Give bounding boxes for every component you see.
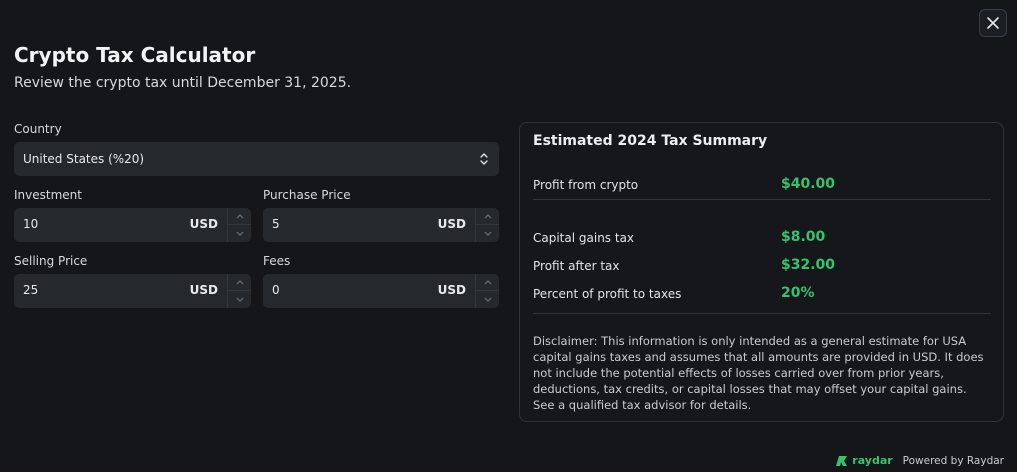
raydar-logo-icon	[836, 455, 848, 466]
raydar-brand: raydar	[852, 454, 893, 467]
chevron-up-icon	[236, 279, 243, 284]
investment-label: Investment	[14, 188, 82, 202]
country-select-value: United States (%20)	[23, 152, 145, 166]
chevron-up-icon	[484, 279, 491, 284]
close-icon	[987, 17, 999, 29]
investment-unit: USD	[189, 217, 218, 231]
selling-price-unit: USD	[189, 283, 218, 297]
tax-summary-panel: Estimated 2024 Tax Summary Profit from c…	[519, 122, 1004, 422]
fees-unit: USD	[437, 283, 466, 297]
capital-gains-tax-value: $8.00	[781, 229, 826, 245]
investment-value: 10	[23, 217, 39, 231]
chevron-down-icon	[484, 297, 491, 302]
page-title: Crypto Tax Calculator	[14, 43, 256, 67]
selling-price-value: 25	[23, 283, 39, 297]
fees-label: Fees	[263, 254, 291, 268]
investment-field[interactable]: 10 USD	[14, 208, 251, 242]
chevron-up-icon	[236, 213, 243, 218]
country-label: Country	[14, 122, 62, 136]
chevron-up-icon	[484, 213, 491, 218]
selling-price-increment-button[interactable]	[228, 274, 251, 291]
chevron-down-icon	[236, 231, 243, 236]
powered-by-text: Powered by Raydar	[902, 454, 1004, 467]
profit-after-tax-label: Profit after tax	[533, 259, 620, 273]
chevron-down-icon	[484, 231, 491, 236]
selling-price-label: Selling Price	[14, 254, 88, 268]
profit-from-crypto-value: $40.00	[781, 176, 836, 192]
profit-from-crypto-label: Profit from crypto	[533, 178, 639, 192]
fees-value: 0	[272, 283, 280, 297]
fees-stepper	[475, 274, 499, 308]
investment-decrement-button[interactable]	[228, 225, 251, 242]
purchase-price-value: 5	[272, 217, 280, 231]
capital-gains-tax-label: Capital gains tax	[533, 231, 635, 245]
summary-divider	[533, 199, 991, 200]
purchase-price-label: Purchase Price	[263, 188, 351, 202]
percent-to-taxes-label: Percent of profit to taxes	[533, 287, 682, 301]
summary-title: Estimated 2024 Tax Summary	[533, 133, 768, 149]
powered-by-footer[interactable]: raydar Powered by Raydar	[835, 454, 1004, 467]
selling-price-decrement-button[interactable]	[228, 291, 251, 308]
profit-after-tax-value: $32.00	[781, 257, 836, 273]
selling-price-field[interactable]: 25 USD	[14, 274, 251, 308]
purchase-price-decrement-button[interactable]	[476, 225, 499, 242]
purchase-price-field[interactable]: 5 USD	[263, 208, 499, 242]
page-subtitle: Review the crypto tax until December 31,…	[14, 75, 352, 91]
investment-stepper	[227, 208, 251, 242]
selling-price-stepper	[227, 274, 251, 308]
investment-increment-button[interactable]	[228, 208, 251, 225]
purchase-price-stepper	[475, 208, 499, 242]
fees-increment-button[interactable]	[476, 274, 499, 291]
close-button[interactable]	[979, 9, 1007, 37]
summary-divider	[533, 313, 991, 314]
percent-to-taxes-value: 20%	[781, 285, 815, 301]
chevron-up-down-icon	[480, 153, 488, 165]
fees-field[interactable]: 0 USD	[263, 274, 499, 308]
chevron-down-icon	[236, 297, 243, 302]
disclaimer-text: Disclaimer: This information is only int…	[533, 334, 984, 412]
purchase-price-unit: USD	[437, 217, 466, 231]
fees-decrement-button[interactable]	[476, 291, 499, 308]
purchase-price-increment-button[interactable]	[476, 208, 499, 225]
country-select[interactable]: United States (%20)	[14, 142, 499, 176]
